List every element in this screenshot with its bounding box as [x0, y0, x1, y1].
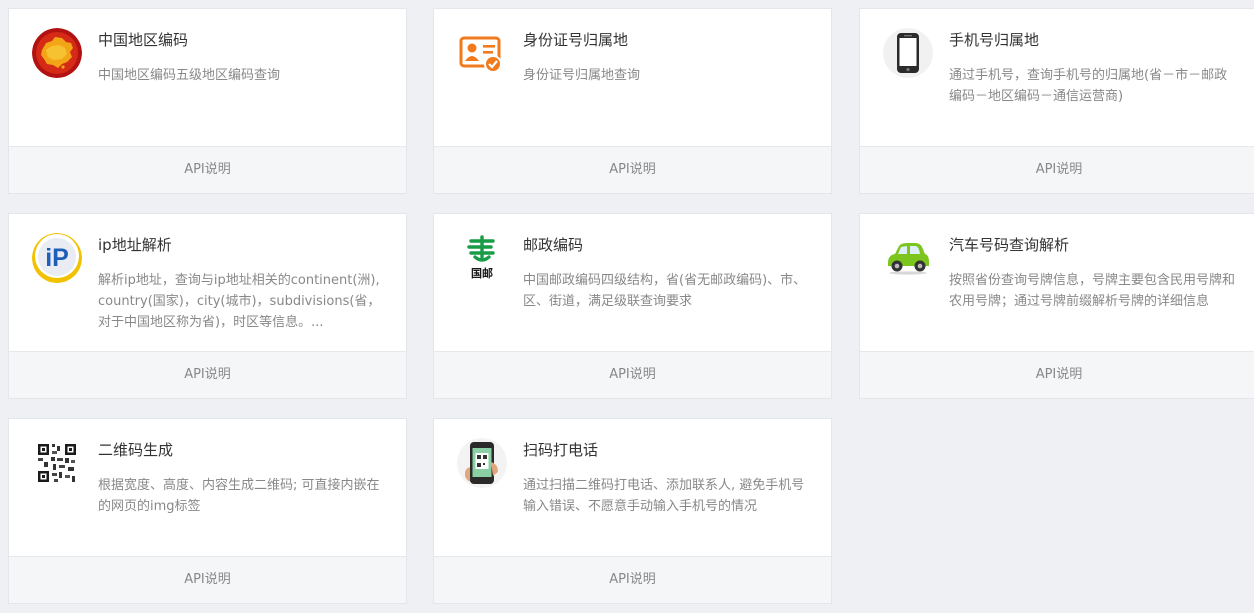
card-body: iP ip地址解析 解析ip地址，查询与ip地址相关的continent(洲),…: [9, 214, 406, 354]
api-doc-link[interactable]: API说明: [9, 146, 406, 193]
card-description: 身份证号归属地查询: [523, 68, 641, 83]
card-description: 通过手机号，查询手机号的归属地(省－市－邮政编码－地区编码－通信运营商): [949, 68, 1228, 104]
phone-scan-icon: [457, 438, 507, 488]
post-icon-text: 国邮: [471, 266, 493, 280]
api-doc-link[interactable]: API说明: [434, 146, 831, 193]
card-title: 邮政编码: [523, 236, 584, 254]
card-title: 手机号归属地: [949, 31, 1040, 49]
card-body: 二维码生成 根据宽度、高度、内容生成二维码; 可直接内嵌在的网页的img标签: [9, 419, 406, 559]
card-body: 国邮 邮政编码 中国邮政编码四级结构，省(省无邮政编码)、市、区、街道，满足级联…: [434, 214, 831, 354]
card-title: 中国地区编码: [98, 31, 189, 49]
card-title: 汽车号码查询解析: [949, 236, 1070, 254]
api-card-license-plate[interactable]: 汽车号码查询解析 按照省份查询号牌信息，号牌主要包含民用号牌和农用号牌；通过号牌…: [859, 213, 1254, 399]
car-icon: [883, 233, 933, 283]
card-title: 扫码打电话: [523, 441, 599, 459]
api-card-id-card-location[interactable]: 身份证号归属地 身份证号归属地查询 API说明: [433, 8, 832, 194]
id-card-icon: [457, 28, 507, 78]
api-doc-link[interactable]: API说明: [860, 146, 1254, 193]
card-description: 中国邮政编码四级结构，省(省无邮政编码)、市、区、街道，满足级联查询要求: [523, 273, 807, 309]
card-description: 通过扫描二维码打电话、添加联系人, 避免手机号输入错误、不愿意手动输入手机号的情…: [523, 478, 805, 514]
ip-icon-text: iP: [45, 244, 69, 272]
api-doc-link[interactable]: API说明: [434, 351, 831, 398]
api-card-qr-generate[interactable]: 二维码生成 根据宽度、高度、内容生成二维码; 可直接内嵌在的网页的img标签 A…: [8, 418, 407, 604]
api-doc-link[interactable]: API说明: [9, 556, 406, 603]
api-card-ip-lookup[interactable]: iP ip地址解析 解析ip地址，查询与ip地址相关的continent(洲),…: [8, 213, 407, 399]
qr-code-icon: [32, 438, 82, 488]
card-body: 扫码打电话 通过扫描二维码打电话、添加联系人, 避免手机号输入错误、不愿意手动输…: [434, 419, 831, 559]
card-title: 身份证号归属地: [523, 31, 629, 49]
api-doc-link[interactable]: API说明: [9, 351, 406, 398]
card-body: 手机号归属地 通过手机号，查询手机号的归属地(省－市－邮政编码－地区编码－通信运…: [860, 9, 1254, 149]
china-map-icon: [32, 28, 82, 78]
api-doc-link[interactable]: API说明: [860, 351, 1254, 398]
api-card-scan-call[interactable]: 扫码打电话 通过扫描二维码打电话、添加联系人, 避免手机号输入错误、不愿意手动输…: [433, 418, 832, 604]
card-body: 身份证号归属地 身份证号归属地查询: [434, 9, 831, 149]
api-card-china-region-code[interactable]: 中国地区编码 中国地区编码五级地区编码查询 API说明: [8, 8, 407, 194]
card-body: 汽车号码查询解析 按照省份查询号牌信息，号牌主要包含民用号牌和农用号牌；通过号牌…: [860, 214, 1254, 354]
china-post-icon: 国邮: [457, 233, 507, 283]
card-description: 中国地区编码五级地区编码查询: [98, 68, 281, 83]
card-description: 根据宽度、高度、内容生成二维码; 可直接内嵌在的网页的img标签: [98, 478, 380, 514]
api-doc-link[interactable]: API说明: [434, 556, 831, 603]
card-description: 解析ip地址，查询与ip地址相关的continent(洲), country(国…: [98, 273, 381, 330]
card-title: ip地址解析: [98, 236, 172, 254]
api-card-postal-code[interactable]: 国邮 邮政编码 中国邮政编码四级结构，省(省无邮政编码)、市、区、街道，满足级联…: [433, 213, 832, 399]
card-description: 按照省份查询号牌信息，号牌主要包含民用号牌和农用号牌；通过号牌前缀解析号牌的详细…: [949, 273, 1236, 309]
mobile-phone-icon: [883, 28, 933, 78]
api-card-mobile-location[interactable]: 手机号归属地 通过手机号，查询手机号的归属地(省－市－邮政编码－地区编码－通信运…: [859, 8, 1254, 194]
card-body: 中国地区编码 中国地区编码五级地区编码查询: [9, 9, 406, 149]
ip-icon: iP: [32, 233, 82, 283]
card-title: 二维码生成: [98, 441, 174, 459]
